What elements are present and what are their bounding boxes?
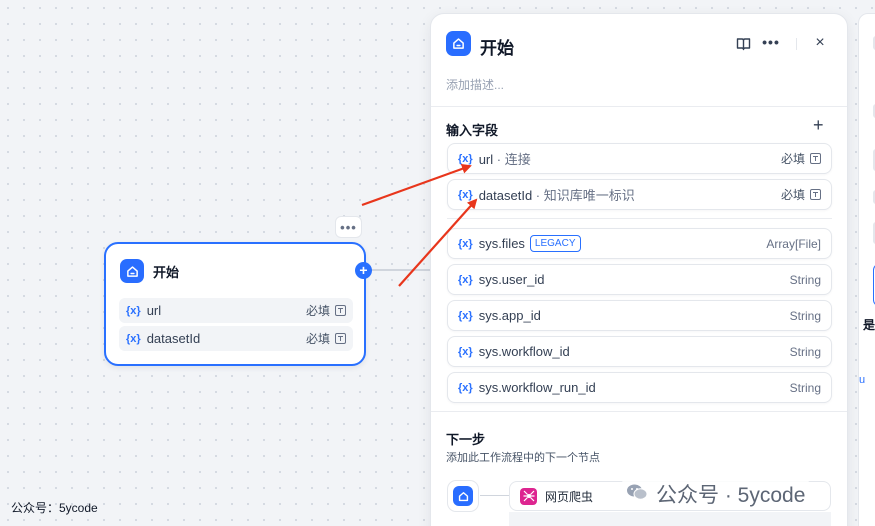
next-step-title: 下一步: [446, 432, 486, 447]
field-key: url: [478, 152, 494, 167]
home-icon: [446, 31, 471, 56]
field-label: · 知识库唯一标识: [532, 188, 635, 203]
field-type: Array[File]: [766, 236, 821, 251]
input-fields-title: 输入字段: [446, 123, 499, 138]
variable-name: url: [146, 303, 162, 318]
field-key: datasetId: [478, 188, 533, 203]
book-icon[interactable]: [735, 36, 751, 52]
field-type: String: [789, 308, 821, 323]
next-node-placeholder: [509, 512, 831, 526]
close-icon[interactable]: ×: [812, 34, 828, 51]
divider: [431, 411, 847, 412]
node-variable-url: {x} url 必填: [119, 298, 353, 323]
field-name: datasetId · 知识库唯一标识: [479, 185, 781, 204]
field-type: String: [789, 380, 821, 395]
field-row-sys-files: {x} sys.files LEGACY Array[File]: [447, 228, 832, 259]
field-type: String: [789, 272, 821, 287]
field-name: url · 连接: [479, 149, 781, 168]
text-type-icon: [335, 305, 346, 316]
next-step-description: 添加此工作流程中的下一个节点: [446, 452, 600, 464]
divider: [447, 218, 832, 219]
field-name: sys.app_id: [478, 308, 541, 323]
field-name: sys.files: [478, 236, 525, 251]
watermark-overlay: 公众号 · 5ycode: [622, 479, 810, 509]
variable-icon: {x}: [458, 345, 473, 358]
required-label: 必填: [780, 152, 805, 166]
add-field-button[interactable]: +: [813, 115, 824, 136]
variable-name: datasetId: [146, 331, 201, 346]
required-label: 必填: [780, 188, 805, 202]
variable-icon: {x}: [126, 304, 141, 317]
field-label: · 连接: [493, 152, 531, 167]
peek-text: 是: [863, 318, 875, 332]
description-input[interactable]: 添加描述...: [446, 76, 504, 93]
field-row-url[interactable]: {x} url · 连接 必填: [447, 143, 832, 174]
node-config-panel: 开始 ••• × 添加描述... 输入字段 + {x} url · 连接 必填 …: [430, 13, 848, 526]
add-node-handle[interactable]: +: [355, 262, 372, 279]
side-panel-peek: 是 u: [858, 13, 875, 526]
wechat-icon: [626, 483, 648, 506]
peek-text: u: [859, 374, 866, 386]
current-node-icon: [447, 480, 479, 512]
required-label: 必填: [305, 304, 330, 318]
variable-icon: {x}: [458, 273, 473, 286]
node-header: 开始: [120, 259, 179, 283]
variable-icon: {x}: [458, 381, 473, 394]
field-name: sys.workflow_run_id: [478, 380, 596, 395]
node-title: 开始: [153, 264, 180, 280]
field-row-sys-user-id: {x} sys.user_id String: [447, 264, 832, 295]
required-label: 必填: [305, 332, 330, 346]
field-row-sys-workflow-run-id: {x} sys.workflow_run_id String: [447, 372, 832, 403]
variable-icon: {x}: [458, 309, 473, 322]
field-type: String: [789, 344, 821, 359]
variable-icon: {x}: [458, 237, 473, 250]
field-name: sys.user_id: [478, 272, 545, 287]
watermark-text: 公众号 · 5ycode: [656, 484, 806, 507]
legacy-badge: LEGACY: [529, 235, 581, 252]
next-connector: [480, 495, 510, 496]
start-node[interactable]: 开始 {x} url 必填 {x} datasetId 必填: [104, 242, 366, 366]
text-type-icon: [810, 189, 821, 200]
text-type-icon: [335, 333, 346, 344]
watermark-text: 公众号：5ycode: [11, 501, 98, 515]
node-edge: [366, 269, 430, 271]
header-divider: [796, 38, 797, 50]
node-variable-datasetid: {x} datasetId 必填: [119, 326, 353, 351]
divider: [431, 106, 847, 107]
field-name: sys.workflow_id: [478, 344, 570, 359]
spider-icon: [520, 487, 537, 505]
home-icon: [120, 259, 144, 283]
variable-icon: {x}: [458, 188, 473, 201]
variable-icon: {x}: [458, 152, 473, 165]
field-row-datasetid[interactable]: {x} datasetId · 知识库唯一标识 必填: [447, 179, 832, 210]
text-type-icon: [810, 153, 821, 164]
panel-title[interactable]: 开始: [480, 34, 514, 59]
node-more-button[interactable]: •••: [335, 216, 362, 238]
variable-icon: {x}: [126, 332, 141, 345]
home-icon: [453, 486, 473, 506]
field-row-sys-app-id: {x} sys.app_id String: [447, 300, 832, 331]
field-row-sys-workflow-id: {x} sys.workflow_id String: [447, 336, 832, 367]
more-options-button[interactable]: •••: [762, 34, 779, 50]
next-node-label: 网页爬虫: [545, 489, 594, 504]
